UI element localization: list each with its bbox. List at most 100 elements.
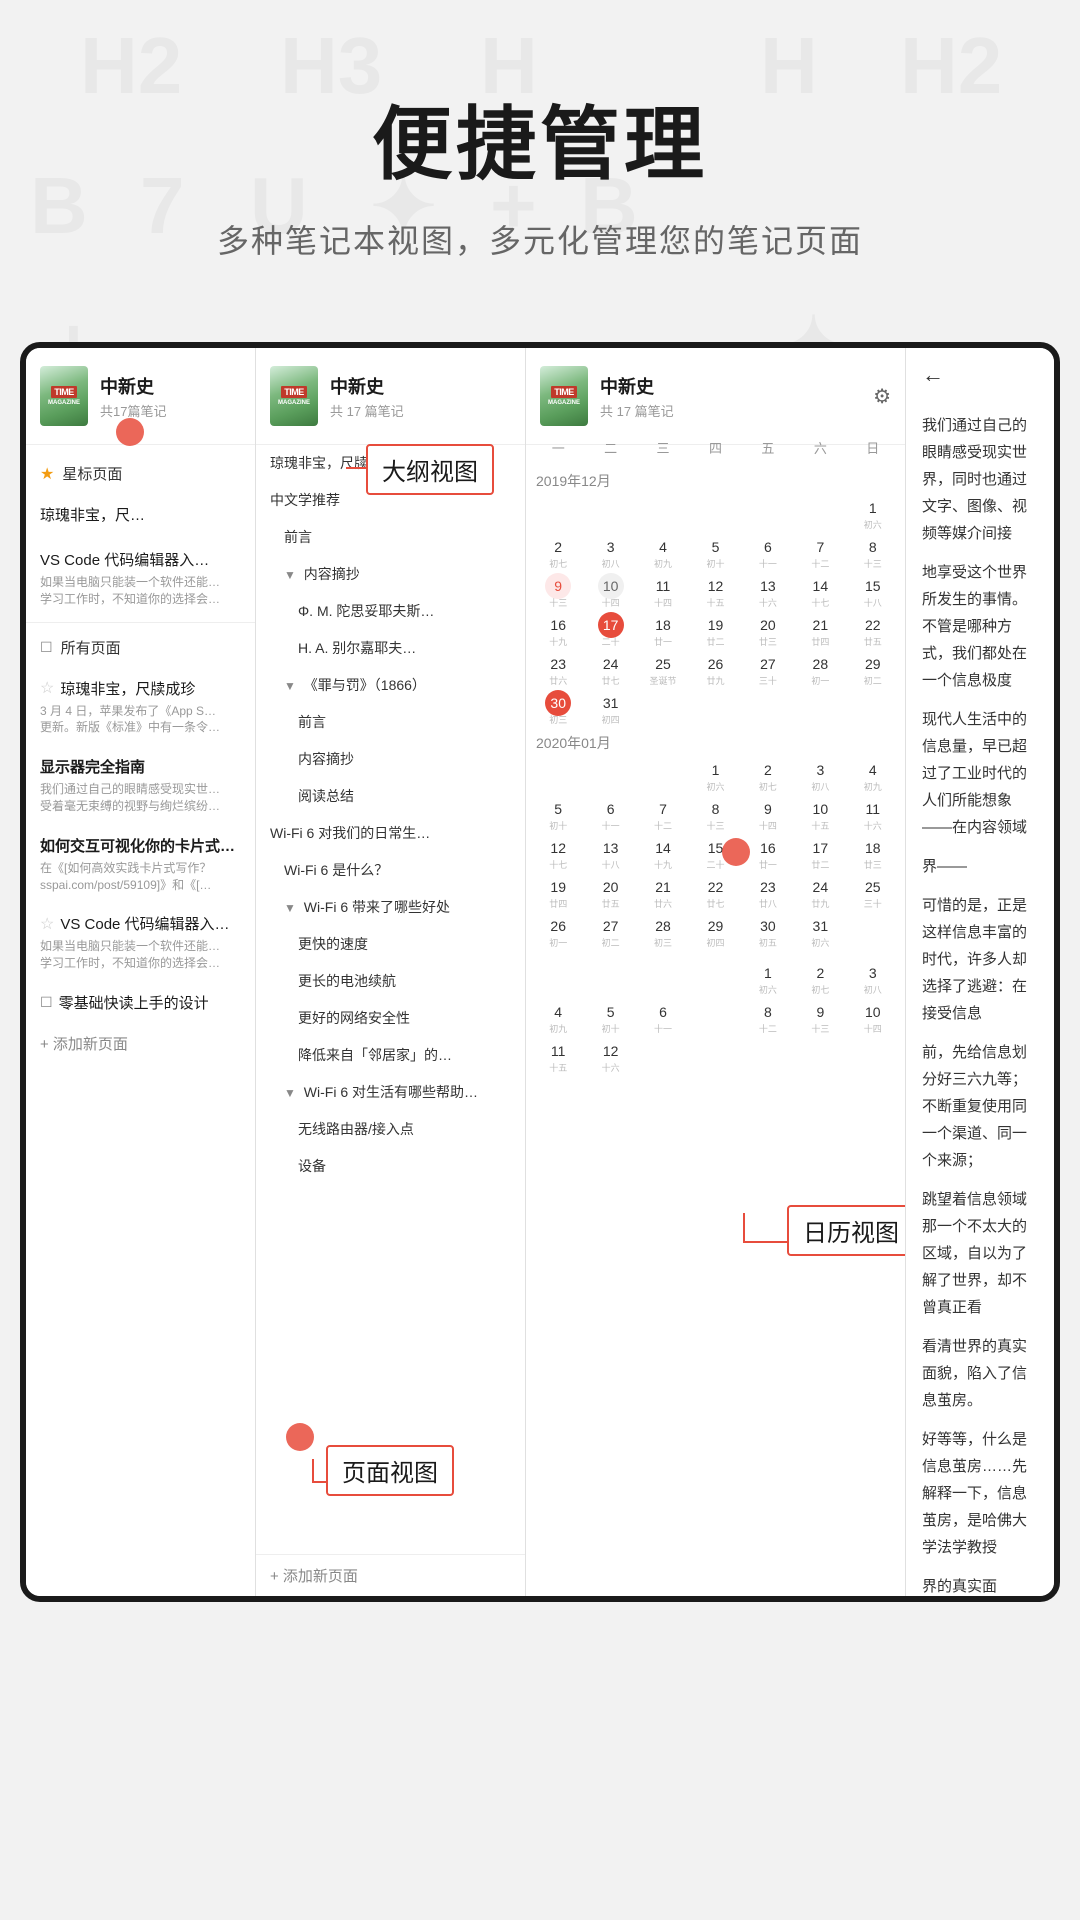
cal-day[interactable]: 12 十五: [689, 571, 741, 610]
outline-item-12[interactable]: Wi-Fi 6 是什么？: [256, 852, 525, 889]
cal-day[interactable]: 18 廿三: [847, 833, 899, 872]
cal-day[interactable]: 25 圣诞节: [637, 649, 689, 688]
outline-item-8[interactable]: 前言: [256, 704, 525, 741]
cal-day[interactable]: 24 廿九: [794, 872, 846, 911]
list-item-1[interactable]: 琼瑰非宝，尺…: [26, 494, 255, 539]
cal-day[interactable]: 24 廿七: [584, 649, 636, 688]
back-button[interactable]: ←: [906, 348, 1054, 402]
starred-pages-item[interactable]: ★ 星标页面: [26, 453, 255, 494]
cal-day[interactable]: 1 初六: [742, 958, 794, 997]
cal-day[interactable]: 4 初九: [637, 532, 689, 571]
cal-day[interactable]: 8 十三: [689, 794, 741, 833]
cal-day[interactable]: 14 十七: [794, 571, 846, 610]
outline-item-13[interactable]: ▼ Wi-Fi 6 带来了哪些好处: [256, 889, 525, 926]
all-pages-item[interactable]: ☐ 所有页面: [26, 627, 255, 668]
cal-day[interactable]: 22 廿七: [689, 872, 741, 911]
cal-day[interactable]: 27 初二: [584, 911, 636, 950]
cal-day[interactable]: 14 十九: [637, 833, 689, 872]
cal-day[interactable]: 5 初十: [689, 532, 741, 571]
list-item-2[interactable]: VS Code 代码编辑器入… 如果当电脑只能装一个软件还能…学习工作时，不知道…: [26, 539, 255, 618]
cal-day[interactable]: 20 廿三: [742, 610, 794, 649]
outline-item-10[interactable]: 阅读总结: [256, 778, 525, 815]
outline-item-14[interactable]: 更快的速度: [256, 926, 525, 963]
outline-item-3[interactable]: 前言: [256, 519, 525, 556]
outline-item-16[interactable]: 更好的网络安全性: [256, 1000, 525, 1037]
cal-day[interactable]: 5 初十: [532, 794, 584, 833]
cal-day[interactable]: 21 廿六: [637, 872, 689, 911]
add-page-button-2[interactable]: + 添加新页面: [256, 1554, 525, 1596]
cal-day[interactable]: 25 三十: [847, 872, 899, 911]
cal-day[interactable]: 4 初九: [532, 997, 584, 1036]
cal-day[interactable]: 23 廿六: [532, 649, 584, 688]
settings-icon[interactable]: ⚙: [873, 384, 891, 409]
cal-day[interactable]: 7 十二: [637, 794, 689, 833]
cal-day[interactable]: 9 十四: [742, 794, 794, 833]
outline-item-4[interactable]: ▼ 内容摘抄: [256, 556, 525, 593]
cal-day[interactable]: 3 初八: [584, 532, 636, 571]
cal-day[interactable]: 9 十三: [532, 571, 584, 610]
cal-day[interactable]: 12 十七: [532, 833, 584, 872]
cal-day[interactable]: 10 十四: [847, 997, 899, 1036]
outline-item-11[interactable]: Wi-Fi 6 对我们的日常生…: [256, 815, 525, 852]
cal-day[interactable]: 21 廿四: [794, 610, 846, 649]
list-item-star-2[interactable]: ☆ VS Code 代码编辑器入… 如果当电脑只能装一个软件还能…学习工作时，不…: [26, 903, 255, 982]
cal-day[interactable]: 27 三十: [742, 649, 794, 688]
cal-day[interactable]: 11 十六: [847, 794, 899, 833]
list-item-design[interactable]: ☐ 零基础快读上手的设计: [26, 982, 255, 1023]
cal-day[interactable]: 3 初八: [847, 958, 899, 997]
cal-day[interactable]: 29 初四: [689, 911, 741, 950]
cal-day[interactable]: 28 初一: [794, 649, 846, 688]
cal-day[interactable]: 6 十一: [742, 532, 794, 571]
cal-day[interactable]: 29 初二: [847, 649, 899, 688]
cal-day[interactable]: 6 十一: [637, 997, 689, 1036]
cal-day[interactable]: 23 廿八: [742, 872, 794, 911]
outline-item-6[interactable]: H. A. 别尔嘉耶夫…: [256, 630, 525, 667]
cal-day[interactable]: 26 初一: [532, 911, 584, 950]
add-page-button-1[interactable]: + 添加新页面: [26, 1023, 255, 1064]
cal-day[interactable]: 30 初五: [742, 911, 794, 950]
cal-day[interactable]: 12 十六: [584, 1036, 636, 1075]
outline-item-5[interactable]: Φ. M. 陀思妥耶夫斯…: [256, 593, 525, 630]
cal-day[interactable]: 1 初六: [847, 493, 899, 532]
cal-day[interactable]: 2 初七: [794, 958, 846, 997]
cal-day[interactable]: 26 廿九: [689, 649, 741, 688]
cal-day[interactable]: 11 十五: [532, 1036, 584, 1075]
cal-day[interactable]: 11 十四: [637, 571, 689, 610]
cal-day[interactable]: 4 初九: [847, 755, 899, 794]
outline-item-17[interactable]: 降低来自「邻居家」的…: [256, 1037, 525, 1074]
outline-item-15[interactable]: 更长的电池续航: [256, 963, 525, 1000]
cal-day[interactable]: 19 廿四: [532, 872, 584, 911]
outline-item-18[interactable]: ▼ Wi-Fi 6 对生活有哪些帮助…: [256, 1074, 525, 1111]
cal-day[interactable]: 8 十二: [742, 997, 794, 1036]
outline-item-19[interactable]: 无线路由器/接入点: [256, 1111, 525, 1148]
cal-day[interactable]: 17 二十: [584, 610, 636, 649]
cal-day[interactable]: 2 初七: [742, 755, 794, 794]
cal-day[interactable]: 1 初六: [689, 755, 741, 794]
cal-day[interactable]: 17 廿二: [794, 833, 846, 872]
cal-day[interactable]: 28 初三: [637, 911, 689, 950]
cal-day[interactable]: 8 十三: [847, 532, 899, 571]
outline-item-9[interactable]: 内容摘抄: [256, 741, 525, 778]
cal-day[interactable]: 13 十六: [742, 571, 794, 610]
cal-day[interactable]: 30 初三: [532, 688, 584, 727]
cal-day[interactable]: 31 初六: [794, 911, 846, 950]
list-item-display[interactable]: 显示器完全指南 我们通过自己的眼睛感受现实世…受着毫无束缚的视野与绚烂缤纷…: [26, 746, 255, 825]
cal-day[interactable]: 19 廿二: [689, 610, 741, 649]
cal-day[interactable]: 31 初四: [584, 688, 636, 727]
cal-day[interactable]: 18 廿一: [637, 610, 689, 649]
cal-day[interactable]: 20 廿五: [584, 872, 636, 911]
cal-day[interactable]: 13 十八: [584, 833, 636, 872]
list-item-card[interactable]: 如何交互可视化你的卡片式… 在《[如何高效实践卡片式写作？sspai.com/p…: [26, 825, 255, 904]
outline-item-7[interactable]: ▼ 《罪与罚》（1866）: [256, 667, 525, 704]
cal-day[interactable]: 3 初八: [794, 755, 846, 794]
cal-day[interactable]: 2 初七: [532, 532, 584, 571]
cal-day[interactable]: 10 十四: [584, 571, 636, 610]
cal-day[interactable]: 22 廿五: [847, 610, 899, 649]
cal-day[interactable]: 16 十九: [532, 610, 584, 649]
cal-day[interactable]: 6 十一: [584, 794, 636, 833]
cal-day[interactable]: 10 十五: [794, 794, 846, 833]
cal-day[interactable]: 9 十三: [794, 997, 846, 1036]
cal-day[interactable]: 5 初十: [584, 997, 636, 1036]
list-item-star-1[interactable]: ☆ 琼瑰非宝，尺牍成珍 3 月 4 日，苹果发布了《App S…更新。新版《标准…: [26, 668, 255, 747]
cal-day[interactable]: 15 十八: [847, 571, 899, 610]
